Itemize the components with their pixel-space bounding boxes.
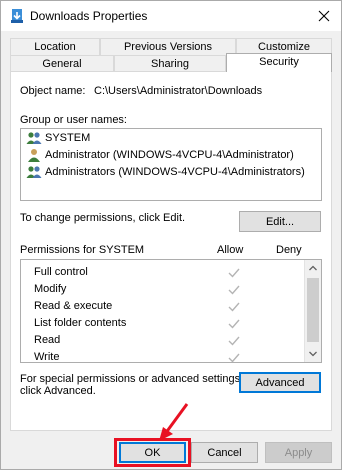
permissions-list[interactable]: Full control Modify Read & execute List fol… (20, 259, 322, 363)
list-item[interactable]: Administrators (WINDOWS-4VCPU-4\Administ… (26, 163, 305, 180)
tab-security[interactable]: Security (226, 53, 332, 72)
properties-dialog: Downloads Properties Location Previous V… (0, 0, 342, 470)
cancel-button[interactable]: Cancel (191, 442, 258, 463)
permission-name: Read (34, 334, 61, 346)
group-name: Administrators (WINDOWS-4VCPU-4\Administ… (45, 165, 305, 178)
allow-check-icon (228, 353, 240, 362)
permission-row: List folder contents (34, 315, 284, 332)
permission-name: Read & execute (34, 300, 113, 312)
advanced-button-label: Advanced (255, 376, 305, 389)
tab-location[interactable]: Location (10, 38, 100, 55)
deny-header: Deny (276, 244, 302, 256)
allow-check-icon (228, 268, 240, 278)
group-names-label: Group or user names: (20, 114, 127, 126)
permission-name: Modify (34, 283, 67, 295)
scrollbar[interactable] (304, 260, 321, 362)
allow-check-icon (228, 302, 240, 312)
object-name-value: C:\Users\Administrator\Downloads (94, 85, 263, 97)
group-name: SYSTEM (45, 131, 91, 144)
tab-sharing[interactable]: Sharing (114, 55, 226, 72)
tab-label: Security (259, 56, 299, 68)
object-name-label: Object name: (20, 85, 86, 97)
tab-label: Location (34, 41, 76, 53)
tab-label: General (42, 58, 82, 70)
tab-label: Sharing (151, 58, 189, 70)
users-group-icon (26, 165, 42, 178)
allow-check-icon (228, 336, 240, 346)
advanced-button[interactable]: Advanced (239, 372, 321, 393)
list-item[interactable]: Administrator (WINDOWS-4VCPU-4\Administr… (26, 146, 294, 163)
list-item[interactable]: SYSTEM (26, 129, 90, 146)
close-button[interactable] (307, 1, 341, 31)
tab-general[interactable]: General (10, 55, 114, 72)
scroll-thumb[interactable] (307, 278, 319, 342)
special-permissions-text-2: click Advanced. (20, 385, 96, 397)
permission-row: Write (34, 349, 284, 363)
window-title: Downloads Properties (30, 9, 148, 23)
edit-button[interactable]: Edit... (239, 211, 321, 232)
allow-check-icon (228, 319, 240, 329)
tab-label: Customize (258, 41, 310, 53)
tab-label: Previous Versions (123, 41, 213, 53)
apply-button-label: Apply (284, 446, 313, 459)
annotation-arrow-icon (159, 403, 189, 441)
group-name: Administrator (WINDOWS-4VCPU-4\Administr… (45, 148, 294, 161)
users-group-icon (26, 131, 42, 144)
group-list[interactable]: SYSTEM Administrator (WINDOWS-4VCPU-4\Ad… (20, 128, 322, 201)
cancel-button-label: Cancel (207, 446, 242, 459)
edit-button-label: Edit... (265, 215, 295, 228)
permission-name: Write (34, 351, 60, 363)
permission-row: Read (34, 332, 284, 349)
permission-row: Full control (34, 264, 284, 281)
title-bar[interactable]: Downloads Properties (1, 1, 341, 31)
permission-row: Modify (34, 281, 284, 298)
security-panel: Object name: C:\Users\Administrator\Down… (10, 71, 332, 431)
user-icon (28, 148, 40, 162)
close-icon (318, 10, 330, 22)
apply-button[interactable]: Apply (265, 442, 332, 463)
allow-header: Allow (217, 244, 244, 256)
scroll-up-icon (309, 265, 317, 271)
permission-row: Read & execute (34, 298, 284, 315)
permission-name: Full control (34, 266, 88, 278)
special-permissions-text-1: For special permissions or advanced sett… (20, 373, 244, 385)
change-permissions-text: To change permissions, click Edit. (20, 212, 186, 224)
folder-download-icon (9, 8, 25, 24)
allow-check-icon (228, 285, 240, 295)
permission-name: List folder contents (34, 317, 127, 329)
permissions-header: Permissions for SYSTEM (20, 244, 145, 256)
tab-previous-versions[interactable]: Previous Versions (100, 38, 236, 55)
scroll-down-icon (309, 351, 317, 357)
